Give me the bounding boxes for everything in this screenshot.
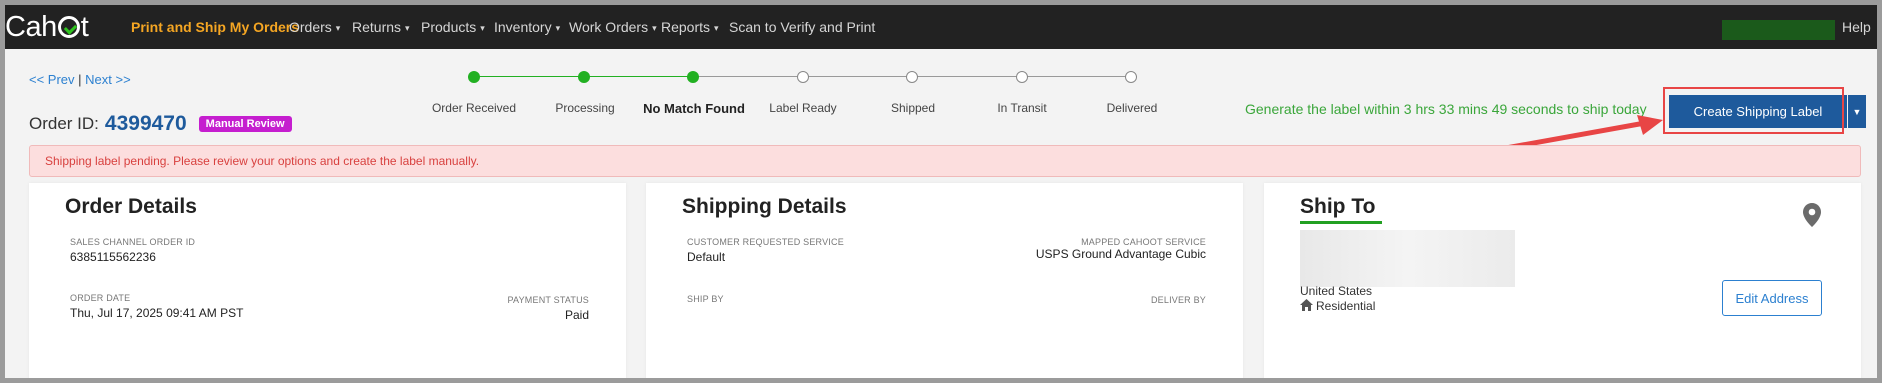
nav-scan-to-verify[interactable]: Scan to Verify and Print bbox=[729, 5, 875, 49]
address-type-label: Residential bbox=[1316, 299, 1376, 313]
shipping-details-title: Shipping Details bbox=[682, 195, 847, 218]
nav-products[interactable]: Products ▾ bbox=[421, 5, 485, 49]
step-dot-processing bbox=[578, 71, 590, 83]
step-dot-no-match-found bbox=[687, 71, 699, 83]
nav-label: Work Orders bbox=[569, 19, 649, 35]
sales-channel-order-id-value: 6385115562236 bbox=[70, 250, 156, 264]
edit-address-label: Edit Address bbox=[1735, 290, 1809, 306]
edit-address-button[interactable]: Edit Address bbox=[1722, 280, 1822, 316]
map-pin-icon[interactable] bbox=[1803, 203, 1821, 227]
step-dot-order-received bbox=[468, 71, 480, 83]
step-dot-delivered bbox=[1125, 71, 1137, 83]
home-icon bbox=[1300, 299, 1313, 311]
user-account-redacted[interactable] bbox=[1722, 20, 1835, 40]
app-window: Cah t Print and Ship My Orders Orders ▾ Re… bbox=[5, 5, 1877, 378]
mapped-cahoot-service-value: USPS Ground Advantage Cubic bbox=[1035, 247, 1206, 261]
shipping-details-card: Shipping Details CUSTOMER REQUESTED SERV… bbox=[646, 183, 1243, 378]
logo-text-prefix: Cah bbox=[5, 10, 57, 43]
nav-print-and-ship[interactable]: Print and Ship My Orders bbox=[131, 5, 299, 49]
nav-label: Scan to Verify and Print bbox=[729, 19, 876, 35]
nav-inventory[interactable]: Inventory ▾ bbox=[494, 5, 560, 49]
nav-label: Reports bbox=[661, 19, 711, 35]
step-dot-shipped bbox=[906, 71, 918, 83]
order-date-label: ORDER DATE bbox=[70, 293, 131, 303]
order-id-value: 4399470 bbox=[104, 112, 187, 135]
sales-channel-order-id-label: SALES CHANNEL ORDER ID bbox=[70, 237, 196, 247]
order-details-card: Order Details SALES CHANNEL ORDER ID 638… bbox=[29, 183, 626, 378]
status-badge: Manual Review bbox=[198, 116, 292, 132]
caret-down-icon: ▾ bbox=[405, 23, 410, 33]
order-progress-tracker: Order Received Processing No Match Found… bbox=[432, 63, 1365, 116]
logo-check-icon bbox=[57, 16, 80, 38]
nav-help[interactable]: Help bbox=[1842, 5, 1871, 49]
caret-down-icon: ▾ bbox=[652, 23, 657, 33]
cahoot-logo[interactable]: Cah t bbox=[5, 10, 89, 43]
mapped-cahoot-service-label: MAPPED CAHOOT SERVICE bbox=[1081, 237, 1206, 247]
caret-down-icon: ▾ bbox=[335, 23, 341, 33]
caret-down-icon: ▼ bbox=[1852, 106, 1862, 117]
nav-reports[interactable]: Reports ▾ bbox=[661, 5, 719, 49]
alert-banner: Shipping label pending. Please review yo… bbox=[29, 145, 1861, 177]
nav-label: Orders bbox=[289, 19, 332, 35]
ship-to-card: Ship To United States Residential Edit A… bbox=[1264, 183, 1861, 378]
nav-work-orders[interactable]: Work Orders ▾ bbox=[569, 5, 657, 49]
caret-down-icon: ▾ bbox=[480, 23, 485, 33]
order-date-value: Thu, Jul 17, 2025 09:41 AM PST bbox=[70, 306, 244, 320]
top-navbar: Cah t Print and Ship My Orders Orders ▾ Re… bbox=[5, 5, 1877, 49]
ship-by-label: SHIP BY bbox=[687, 294, 724, 304]
main-content: << Prev | Next >> Order Received Process… bbox=[5, 49, 1877, 378]
nav-label: Print and Ship My Orders bbox=[131, 19, 300, 35]
order-id-row: Order ID: 4399470 Manual Review bbox=[29, 109, 292, 139]
alert-message: Shipping label pending. Please review yo… bbox=[45, 154, 480, 168]
payment-status-value: Paid bbox=[564, 308, 589, 322]
pager-separator: | bbox=[78, 72, 82, 87]
customer-requested-service-label: CUSTOMER REQUESTED SERVICE bbox=[687, 237, 844, 247]
payment-status-label: PAYMENT STATUS bbox=[507, 295, 589, 305]
nav-label: Returns bbox=[352, 19, 402, 35]
address-redacted bbox=[1300, 230, 1515, 287]
customer-requested-service-value: Default bbox=[687, 250, 726, 264]
nav-label: Inventory bbox=[494, 19, 552, 35]
ship-to-underline bbox=[1300, 221, 1382, 224]
next-link[interactable]: Next >> bbox=[85, 72, 131, 87]
order-details-title: Order Details bbox=[65, 195, 197, 218]
logo-text-suffix: t bbox=[80, 10, 89, 43]
prev-link[interactable]: << Prev bbox=[29, 72, 75, 87]
caret-down-icon: ▾ bbox=[714, 23, 719, 33]
caret-down-icon: ▾ bbox=[555, 23, 561, 33]
nav-label: Products bbox=[421, 19, 477, 35]
nav-label: Help bbox=[1842, 19, 1871, 35]
nav-returns[interactable]: Returns ▾ bbox=[352, 5, 410, 49]
nav-orders[interactable]: Orders ▾ bbox=[289, 5, 340, 49]
create-label-dropdown-toggle[interactable]: ▼ bbox=[1848, 95, 1866, 128]
ship-to-title: Ship To bbox=[1300, 195, 1376, 218]
annotation-highlight-box bbox=[1663, 87, 1844, 134]
deliver-by-label: DELIVER BY bbox=[1150, 295, 1206, 305]
ship-to-country: United States bbox=[1300, 284, 1373, 298]
order-pager: << Prev | Next >> bbox=[29, 72, 131, 87]
order-id-label: Order ID: bbox=[29, 114, 99, 133]
step-dot-label-ready bbox=[797, 71, 809, 83]
step-label-delivered: Delivered bbox=[1106, 101, 1158, 115]
step-dot-in-transit bbox=[1016, 71, 1028, 83]
address-type-row: Residential bbox=[1300, 299, 1375, 313]
